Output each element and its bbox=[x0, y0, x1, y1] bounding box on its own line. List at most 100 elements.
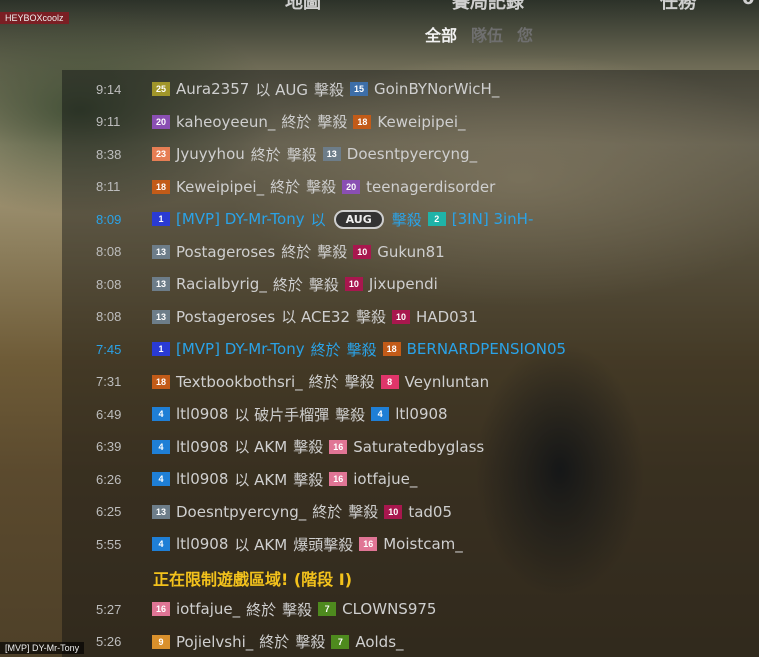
kill-action: 擊殺 bbox=[391, 210, 422, 229]
kill-feed-row: 5:55 4 ltl0908 以 AKM 爆頭擊殺 16 Moistcam_ bbox=[0, 529, 759, 559]
kill-action: 擊殺 bbox=[317, 113, 348, 131]
event-content: 4 ltl0908 以 AKM 擊殺 16 iotfajue_ bbox=[152, 469, 417, 490]
event-time: 8:08 bbox=[96, 276, 122, 292]
kill-feed-row: 8:08 13 Postageroses 以 ACE32 擊殺 10 HAD031 bbox=[0, 302, 759, 332]
kill-method: 終於 bbox=[312, 503, 343, 521]
killer-name: Textbookbothsri_ bbox=[176, 372, 303, 391]
tab-all[interactable]: 全部 bbox=[425, 22, 457, 46]
kill-action: 擊殺 bbox=[344, 373, 375, 391]
victim-name: GoinBYNorWicH_ bbox=[373, 80, 500, 98]
kill-action: 擊殺 bbox=[308, 275, 339, 294]
killer-name: Postageroses bbox=[176, 307, 276, 326]
tab-match-log[interactable]: 賽局記錄 bbox=[452, 0, 524, 14]
event-content: 4 ltl0908 以 AKM 擊殺 16 Saturatedbyglass bbox=[152, 436, 484, 457]
kill-feed-row: 7:31 18 Textbookbothsri_ 終於 擊殺 8 Veynluntan bbox=[0, 367, 759, 397]
victim-team-badge: 4 bbox=[371, 407, 390, 421]
kill-feed-row: 6:26 4 ltl0908 以 AKM 擊殺 16 iotfajue_ bbox=[0, 464, 759, 494]
victim-name: Saturatedbyglass bbox=[353, 437, 485, 456]
kill-method: 以 破片手榴彈 bbox=[234, 405, 330, 424]
weapon-badge: AUG bbox=[333, 209, 384, 229]
killer-team-badge: 25 bbox=[152, 82, 170, 96]
kill-method: 終於 bbox=[308, 373, 339, 391]
event-content: 4 ltl0908 以 破片手榴彈 擊殺 4 ltl0908 bbox=[152, 404, 448, 425]
victim-name: Aolds_ bbox=[355, 632, 404, 651]
kill-method: 以 bbox=[310, 210, 326, 229]
victim-team-badge: 16 bbox=[329, 472, 348, 486]
killer-name: Postageroses bbox=[176, 242, 276, 261]
killer-team-badge: 13 bbox=[152, 277, 170, 291]
killer-team-badge: 4 bbox=[152, 407, 170, 421]
victim-name: Jixupendi bbox=[368, 275, 438, 293]
event-content: 13 Racialbyrig_ 終於 擊殺 10 Jixupendi bbox=[152, 274, 438, 295]
tab-you[interactable]: 您 bbox=[517, 22, 533, 46]
kill-method: 終於 bbox=[259, 633, 290, 651]
victim-team-badge: 18 bbox=[382, 342, 401, 356]
kill-method: 以 AKM bbox=[234, 535, 288, 554]
killer-team-badge: 4 bbox=[152, 537, 170, 551]
victim-team-badge: 16 bbox=[359, 537, 378, 551]
victim-team-badge: 20 bbox=[342, 179, 361, 194]
event-time: 7:31 bbox=[96, 374, 122, 389]
event-time: 5:27 bbox=[96, 601, 122, 617]
kill-method: 終於 bbox=[250, 145, 281, 164]
spectate-label: [MVP] DY-Mr-Tony bbox=[0, 642, 85, 654]
kill-method: 以 AUG bbox=[255, 80, 308, 99]
kill-feed-row: 6:39 4 ltl0908 以 AKM 擊殺 16 Saturatedbyglass bbox=[0, 432, 759, 462]
event-time: 6:49 bbox=[96, 406, 122, 422]
kill-action: 擊殺 bbox=[293, 438, 324, 456]
kill-action: 擊殺 bbox=[313, 80, 344, 99]
kill-action: 擊殺 bbox=[335, 405, 366, 424]
kill-method: 以 AKM bbox=[234, 438, 288, 456]
event-content: 16 iotfajue_ 終於 擊殺 7 CLOWNS975 bbox=[152, 599, 436, 620]
event-content: 4 ltl0908 以 AKM 爆頭擊殺 16 Moistcam_ bbox=[152, 534, 463, 555]
event-content: 18 Textbookbothsri_ 終於 擊殺 8 Veynluntan bbox=[152, 371, 489, 392]
victim-name: ltl0908 bbox=[395, 405, 448, 423]
killer-team-badge: 20 bbox=[152, 114, 170, 129]
killer-name: Keweipipei_ bbox=[176, 177, 265, 196]
kill-feed-row: 6:49 4 ltl0908 以 破片手榴彈 擊殺 4 ltl0908 bbox=[0, 399, 759, 429]
event-content: 23 Jyuyyhou 終於 擊殺 13 Doesntpyercyng_ bbox=[152, 144, 477, 165]
kill-method: 終於 bbox=[281, 243, 312, 261]
victim-team-badge: 13 bbox=[322, 147, 341, 161]
kill-action: 擊殺 bbox=[306, 178, 337, 196]
kill-feed-row: 8:08 13 Postageroses 終於 擊殺 10 Gukun81 bbox=[0, 237, 759, 267]
nav-counter: 0 bbox=[742, 0, 755, 9]
killer-name: ltl0908 bbox=[176, 437, 229, 456]
event-time: 8:08 bbox=[96, 244, 122, 259]
kill-method: 以 ACE32 bbox=[281, 308, 351, 326]
killer-team-badge: 9 bbox=[152, 634, 170, 649]
victim-name: Doesntpyercyng_ bbox=[346, 145, 478, 163]
kill-feed-row: 7:45 1 [MVP] DY-Mr-Tony 終於 擊殺 18 BERNARDPENSIO… bbox=[0, 334, 759, 364]
killer-name: kaheoyeeun_ bbox=[176, 112, 276, 131]
victim-name: CLOWNS975 bbox=[342, 600, 437, 618]
kill-action: 爆頭擊殺 bbox=[293, 535, 354, 554]
kill-feed-row: 8:38 23 Jyuyyhou 終於 擊殺 13 Doesntpyercyng_ bbox=[0, 139, 759, 169]
kill-action: 擊殺 bbox=[295, 633, 326, 651]
event-time: 5:26 bbox=[96, 634, 122, 649]
victim-team-badge: 2 bbox=[427, 212, 446, 226]
victim-name: iotfajue_ bbox=[353, 470, 418, 488]
victim-name: HAD031 bbox=[416, 307, 478, 326]
tab-map[interactable]: 地圖 bbox=[285, 0, 321, 14]
event-content: 13 Postageroses 以 ACE32 擊殺 10 HAD031 bbox=[152, 306, 478, 327]
killer-name: [MVP] DY-Mr-Tony bbox=[176, 340, 305, 358]
kill-feed-row: 8:09 1 [MVP] DY-Mr-Tony 以 AUG 擊殺 2 [3IN] 3inH- bbox=[0, 204, 759, 234]
killer-team-badge: 4 bbox=[152, 439, 170, 454]
event-content: 18 Keweipipei_ 終於 擊殺 20 teenagerdisorder bbox=[152, 176, 495, 197]
killer-team-badge: 1 bbox=[152, 212, 170, 226]
kill-action: 擊殺 bbox=[356, 308, 387, 326]
killer-team-badge: 16 bbox=[152, 602, 170, 616]
victim-team-badge: 7 bbox=[318, 602, 337, 616]
tab-missions[interactable]: 任務 bbox=[660, 0, 696, 14]
killer-name: Jyuyyhou bbox=[176, 145, 245, 163]
event-content: 13 Postageroses 終於 擊殺 10 Gukun81 bbox=[152, 241, 445, 262]
killer-name: Aura2357 bbox=[176, 80, 250, 98]
victim-team-badge: 10 bbox=[384, 504, 403, 519]
kill-method: 終於 bbox=[270, 178, 301, 196]
event-content: 20 kaheoyeeun_ 終於 擊殺 18 Keweipipei_ bbox=[152, 111, 466, 132]
kill-feed-row: 5:26 9 Pojielvshi_ 終於 擊殺 7 Aolds_ bbox=[0, 627, 759, 657]
kill-method: 以 AKM bbox=[234, 470, 288, 489]
event-time: 8:11 bbox=[96, 179, 121, 194]
event-time: 8:08 bbox=[96, 309, 122, 324]
tab-team[interactable]: 隊伍 bbox=[471, 22, 503, 46]
